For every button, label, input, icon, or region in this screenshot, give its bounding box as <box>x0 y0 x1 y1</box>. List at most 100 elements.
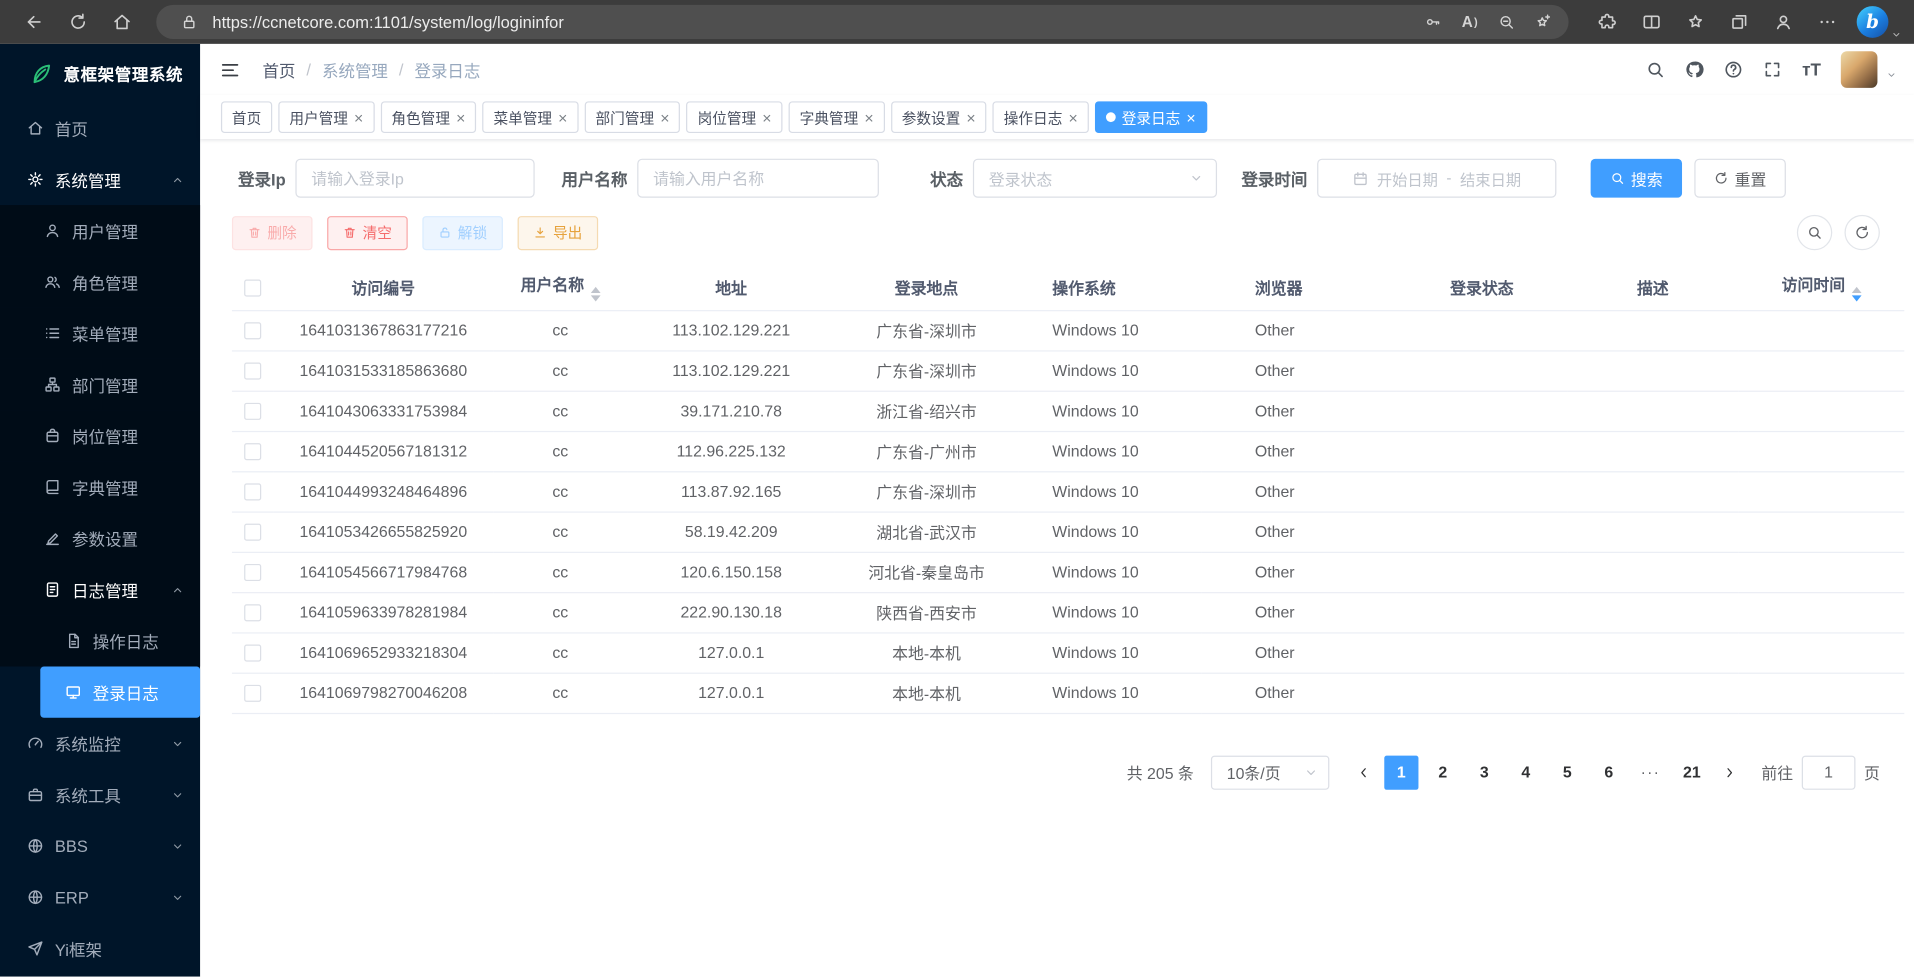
goto-page-input[interactable] <box>1802 755 1856 789</box>
table-row[interactable]: 1641031367863177216cc113.102.129.221广东省-… <box>232 310 1904 350</box>
password-key-icon[interactable] <box>1415 7 1452 36</box>
sidebar-item-home[interactable]: 首页 <box>0 103 200 154</box>
add-favorite-star-icon[interactable] <box>1525 7 1562 36</box>
tab-dept-mgmt[interactable]: 部门管理× <box>585 101 681 133</box>
unlock-button[interactable]: 解锁 <box>422 215 503 249</box>
split-screen-icon[interactable] <box>1630 4 1674 41</box>
sidebar-item-op-log[interactable]: 操作日志 <box>0 615 200 666</box>
breadcrumb-item[interactable]: 首页 <box>262 57 295 81</box>
sidebar-item-system-monitor[interactable]: 系统监控 <box>0 718 200 769</box>
login-ip-input[interactable] <box>295 159 534 198</box>
chevron-down-icon[interactable] <box>1886 70 1897 81</box>
row-checkbox[interactable] <box>244 323 261 340</box>
row-checkbox[interactable] <box>244 443 261 460</box>
sidebar-item-dict-mgmt[interactable]: 字典管理 <box>0 461 200 512</box>
column-header-time[interactable]: 访问时间 <box>1738 265 1904 310</box>
help-icon[interactable] <box>1716 52 1750 86</box>
header-search-icon[interactable] <box>1638 52 1672 86</box>
row-checkbox[interactable] <box>244 363 261 380</box>
username-input[interactable] <box>637 159 879 198</box>
sidebar-item-system-mgmt[interactable]: 系统管理 <box>0 154 200 205</box>
select-all-checkbox[interactable] <box>244 280 261 297</box>
reset-button[interactable]: 重置 <box>1694 159 1786 198</box>
sidebar-item-erp[interactable]: ERP <box>0 872 200 923</box>
toggle-search-icon[interactable] <box>1797 215 1832 250</box>
tab-op-log[interactable]: 操作日志× <box>993 101 1089 133</box>
collapse-menu-icon[interactable] <box>220 59 241 80</box>
tab-param-settings[interactable]: 参数设置× <box>891 101 987 133</box>
sort-carets[interactable] <box>590 287 600 302</box>
sidebar-item-login-log[interactable]: 登录日志 <box>40 667 200 718</box>
close-icon[interactable]: × <box>456 109 465 125</box>
back-icon[interactable] <box>12 4 56 41</box>
read-aloud-icon[interactable]: A) <box>1451 7 1488 36</box>
start-date-placeholder[interactable]: 开始日期 <box>1377 167 1438 190</box>
table-row[interactable]: 1641043063331753984cc39.171.210.78浙江省-绍兴… <box>232 391 1904 431</box>
close-icon[interactable]: × <box>1186 109 1195 125</box>
login-time-range-picker[interactable]: 开始日期 - 结束日期 <box>1317 159 1556 198</box>
close-icon[interactable]: × <box>354 109 363 125</box>
sidebar-item-user-mgmt[interactable]: 用户管理 <box>0 205 200 256</box>
font-size-icon[interactable]: тT <box>1794 52 1828 86</box>
status-select[interactable]: 登录状态 <box>973 159 1217 198</box>
delete-button[interactable]: 删除 <box>232 215 313 249</box>
tab-home[interactable]: 首页 <box>221 101 272 133</box>
page-button-21[interactable]: 21 <box>1675 755 1709 789</box>
extensions-icon[interactable] <box>1586 4 1630 41</box>
column-header-user[interactable]: 用户名称 <box>493 265 627 310</box>
zoom-out-icon[interactable] <box>1488 7 1525 36</box>
sidebar-item-system-tools[interactable]: 系统工具 <box>0 769 200 820</box>
clear-button[interactable]: 清空 <box>327 215 408 249</box>
table-row[interactable]: 1641069652933218304cc127.0.0.1本地-本机Windo… <box>232 632 1904 672</box>
collections-icon[interactable] <box>1718 4 1762 41</box>
table-row[interactable]: 1641054566717984768cc120.6.150.158河北省-秦皇… <box>232 552 1904 592</box>
tab-menu-mgmt[interactable]: 菜单管理× <box>482 101 578 133</box>
sidebar-item-post-mgmt[interactable]: 岗位管理 <box>0 410 200 461</box>
row-checkbox[interactable] <box>244 524 261 541</box>
sidebar-item-bbs[interactable]: BBS <box>0 820 200 871</box>
end-date-placeholder[interactable]: 结束日期 <box>1460 167 1521 190</box>
row-checkbox[interactable] <box>244 605 261 622</box>
refresh-table-icon[interactable] <box>1844 215 1879 250</box>
search-button[interactable]: 搜索 <box>1591 159 1683 198</box>
next-page-button[interactable] <box>1713 755 1747 789</box>
row-checkbox[interactable] <box>244 484 261 501</box>
row-checkbox[interactable] <box>244 564 261 581</box>
browser-profile-icon[interactable] <box>1761 4 1805 41</box>
page-button-2[interactable]: 2 <box>1426 755 1460 789</box>
page-button-4[interactable]: 4 <box>1509 755 1543 789</box>
tab-role-mgmt[interactable]: 角色管理× <box>380 101 476 133</box>
sidebar-item-param-settings[interactable]: 参数设置 <box>0 513 200 564</box>
sort-carets[interactable] <box>1851 287 1861 302</box>
page-button-5[interactable]: 5 <box>1550 755 1584 789</box>
tab-login-log[interactable]: 登录日志× <box>1095 101 1207 133</box>
bing-chat-icon[interactable]: b <box>1857 6 1889 38</box>
close-icon[interactable]: × <box>864 109 873 125</box>
github-icon[interactable] <box>1677 52 1711 86</box>
fullscreen-icon[interactable] <box>1755 52 1789 86</box>
reload-icon[interactable] <box>56 4 100 41</box>
user-avatar[interactable] <box>1841 51 1878 88</box>
page-size-select[interactable]: 10条/页 <box>1211 755 1329 789</box>
favorites-icon[interactable] <box>1674 4 1718 41</box>
page-ellipsis[interactable]: ··· <box>1633 755 1667 789</box>
close-icon[interactable]: × <box>558 109 567 125</box>
close-icon[interactable]: × <box>1068 109 1077 125</box>
tab-dict-mgmt[interactable]: 字典管理× <box>789 101 885 133</box>
browser-menu-icon[interactable] <box>1805 4 1849 41</box>
sidebar-item-yi-framework[interactable]: Yi框架 <box>0 923 200 974</box>
table-row[interactable]: 1641031533185863680cc113.102.129.221广东省-… <box>232 350 1904 390</box>
row-checkbox[interactable] <box>244 685 261 702</box>
chevron-down-icon[interactable] <box>1891 29 1902 40</box>
address-bar[interactable]: https://ccnetcore.com:1101/system/log/lo… <box>156 5 1568 39</box>
close-icon[interactable]: × <box>762 109 771 125</box>
page-button-6[interactable]: 6 <box>1592 755 1626 789</box>
table-row[interactable]: 1641053426655825920cc58.19.42.209湖北省-武汉市… <box>232 511 1904 551</box>
row-checkbox[interactable] <box>244 645 261 662</box>
page-button-3[interactable]: 3 <box>1467 755 1501 789</box>
sidebar-item-log-mgmt[interactable]: 日志管理 <box>0 564 200 615</box>
row-checkbox[interactable] <box>244 403 261 420</box>
sidebar-item-role-mgmt[interactable]: 角色管理 <box>0 256 200 307</box>
table-row[interactable]: 1641069798270046208cc127.0.0.1本地-本机Windo… <box>232 673 1904 713</box>
export-button[interactable]: 导出 <box>518 215 599 249</box>
